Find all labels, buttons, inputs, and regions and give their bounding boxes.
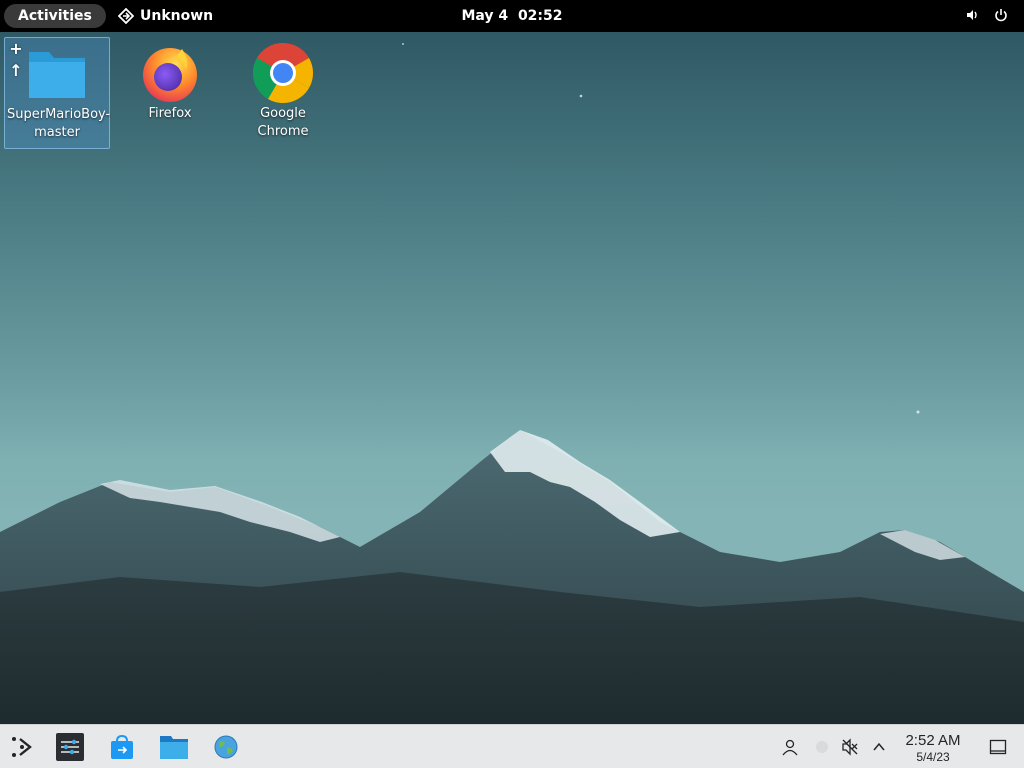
desktop-wallpaper — [0, 32, 1024, 724]
desktop-icon-google-chrome[interactable]: Google Chrome — [231, 37, 335, 145]
taskbar-file-manager[interactable] — [158, 733, 190, 761]
desktop-icon-label: Google Chrome — [257, 106, 309, 139]
network-icon — [816, 741, 828, 753]
folder-icon — [29, 52, 85, 98]
clock-date: 5/4/23 — [916, 750, 950, 764]
taskbar-web-browser[interactable] — [212, 733, 240, 761]
tray-volume[interactable] — [838, 733, 862, 761]
user-icon — [782, 739, 798, 756]
tray-expand[interactable] — [868, 733, 890, 761]
application-launcher-icon — [12, 737, 32, 757]
top-bar: Activities Unknown May 4 02:52 — [0, 0, 1024, 32]
date-label: May 4 — [461, 8, 509, 24]
time-label: 02:52 — [517, 8, 563, 24]
volume-icon[interactable] — [966, 8, 980, 22]
desktop-icon-firefox[interactable]: Firefox — [118, 37, 222, 127]
file-manager-icon — [160, 736, 188, 759]
add-selection-icon[interactable]: + — [8, 41, 24, 57]
digital-clock[interactable]: 2:52 AM 5/4/23 — [898, 732, 968, 764]
application-launcher[interactable] — [8, 733, 36, 761]
expand-tray-icon — [873, 742, 885, 751]
open-icon[interactable]: ↑ — [8, 63, 24, 79]
desktop-icon-label: SuperMarioBoy-master — [7, 107, 111, 140]
system-menu[interactable] — [966, 8, 1008, 22]
mountain-landscape — [0, 43, 1024, 724]
chrome-icon — [252, 42, 314, 104]
clock-time: 2:52 AM — [905, 732, 961, 749]
tray-user[interactable] — [778, 733, 802, 761]
discover-store-icon — [111, 734, 133, 759]
firefox-icon — [143, 48, 197, 102]
system-settings-icon — [56, 733, 84, 761]
desktop-icon-label: Firefox — [148, 106, 192, 121]
desktop-icon-supermarioboy-master[interactable]: + ↑ SuperMarioBoy-master — [4, 37, 110, 149]
show-desktop-icon — [989, 739, 1007, 755]
taskbar: 2:52 AM 5/4/23 — [0, 724, 1024, 768]
date-time-button[interactable]: May 4 02:52 — [0, 0, 1024, 32]
volume-muted-icon — [842, 738, 858, 756]
tray-network[interactable] — [810, 733, 834, 761]
power-icon[interactable] — [994, 8, 1008, 22]
show-desktop-button[interactable] — [986, 733, 1010, 761]
taskbar-system-settings[interactable] — [56, 733, 84, 761]
taskbar-discover[interactable] — [108, 733, 136, 761]
web-browser-icon — [214, 735, 238, 759]
selection-tools: + ↑ — [8, 41, 26, 79]
